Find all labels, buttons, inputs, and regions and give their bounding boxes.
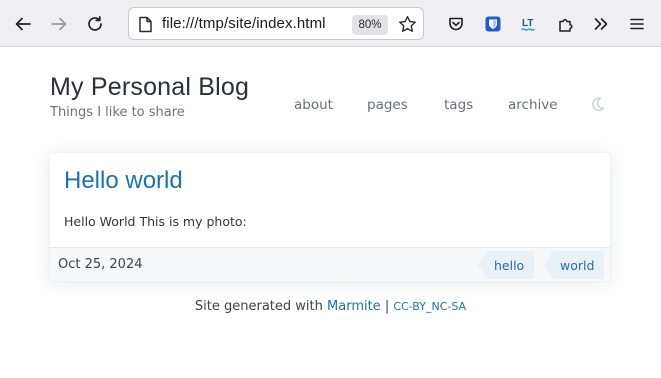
- app-menu-button[interactable]: [622, 9, 652, 39]
- overflow-menu-button[interactable]: [586, 9, 616, 39]
- nav-link-tags[interactable]: tags: [444, 97, 473, 113]
- star-icon[interactable]: [397, 14, 418, 35]
- languagetool-icon: LT: [521, 18, 535, 31]
- post-title[interactable]: Hello world: [64, 167, 183, 195]
- footer-license-link[interactable]: CC-BY_NC-SA: [393, 300, 466, 313]
- footer-generator-link[interactable]: Marmite: [327, 299, 381, 314]
- zoom-level-badge[interactable]: 80%: [352, 15, 388, 35]
- address-bar[interactable]: file:///tmp/site/index.html 80%: [128, 7, 424, 40]
- back-button[interactable]: [8, 9, 38, 39]
- site-footer: Site generated with Marmite | CC-BY_NC-S…: [0, 299, 661, 314]
- post-date: Oct 25, 2024: [58, 257, 143, 272]
- bitwarden-extension-button[interactable]: [478, 9, 508, 39]
- reload-icon: [88, 15, 102, 31]
- moon-icon[interactable]: [591, 97, 605, 112]
- extensions-icon: [559, 18, 573, 32]
- languagetool-extension-button[interactable]: LT: [514, 9, 544, 39]
- pocket-button[interactable]: [441, 9, 471, 39]
- page-icon: [139, 16, 152, 33]
- svg-text:LT: LT: [522, 18, 533, 29]
- post-card: Hello world Hello World This is my photo…: [50, 153, 610, 281]
- back-arrow-icon: [15, 17, 31, 31]
- site-tagline: Things I like to share: [50, 105, 185, 120]
- footer-prefix: Site generated with: [194, 299, 323, 314]
- nav-link-archive[interactable]: archive: [508, 97, 558, 113]
- bitwarden-icon: [485, 16, 501, 32]
- nav-link-pages[interactable]: pages: [367, 97, 408, 113]
- forward-arrow-icon: [51, 17, 67, 31]
- pocket-icon: [449, 17, 463, 31]
- site-title[interactable]: My Personal Blog: [50, 73, 249, 102]
- overflow-chevrons-icon: [594, 18, 608, 30]
- footer-separator: |: [384, 299, 390, 314]
- reload-button[interactable]: [80, 9, 110, 39]
- post-footer: Oct 25, 2024 hello world: [50, 247, 610, 281]
- menu-icon: [630, 18, 644, 30]
- tag-hello[interactable]: hello: [478, 251, 535, 279]
- url-text[interactable]: file:///tmp/site/index.html: [162, 15, 326, 32]
- post-body: Hello World This is my photo:: [64, 214, 247, 229]
- tag-world[interactable]: world: [544, 251, 605, 279]
- nav-link-about[interactable]: about: [294, 97, 333, 113]
- forward-button[interactable]: [44, 9, 74, 39]
- browser-toolbar: file:///tmp/site/index.html 80% LT: [0, 0, 661, 47]
- extensions-button[interactable]: [551, 9, 581, 39]
